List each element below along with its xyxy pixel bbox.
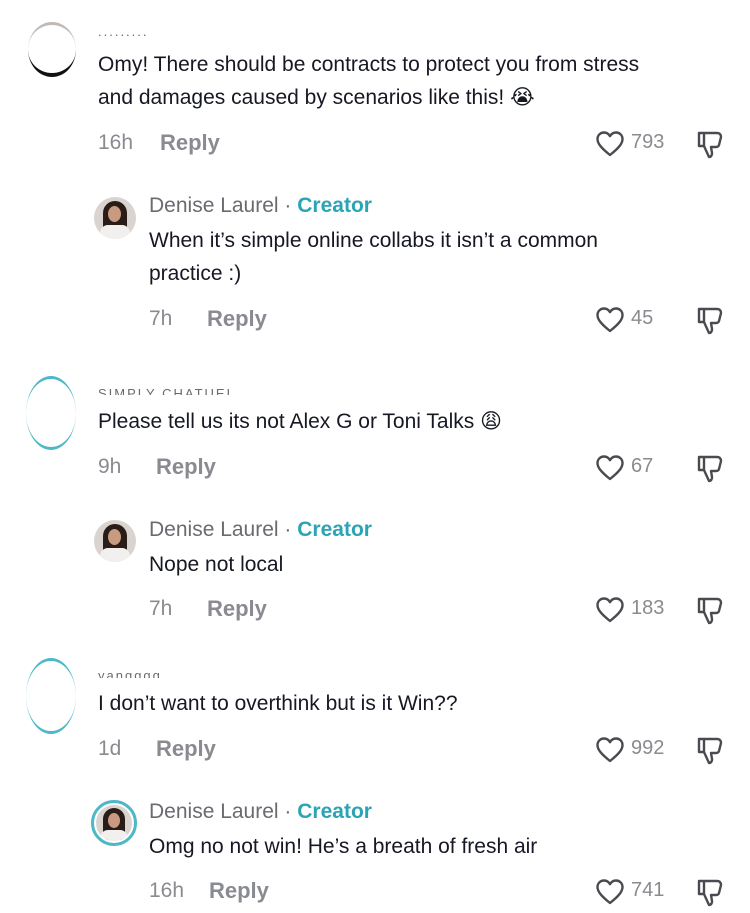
dislike-icon[interactable] <box>696 878 724 908</box>
heart-icon[interactable] <box>596 307 624 333</box>
like-count: 793 <box>631 131 665 153</box>
like-count: 992 <box>631 737 665 759</box>
username[interactable]: SIMPLY CHATUEL <box>98 386 298 395</box>
avatar[interactable] <box>24 372 80 452</box>
reply-author-line: Denise Laurel · Creator <box>149 518 372 542</box>
crying-face-emoji: 😭 <box>510 86 535 109</box>
author-name[interactable]: Denise Laurel <box>149 194 279 217</box>
timestamp: 7h <box>149 307 173 330</box>
reply-button[interactable]: Reply <box>209 878 269 904</box>
separator-dot: · <box>278 518 298 541</box>
reply-text: Omg no not win! He’s a breath of fresh a… <box>149 835 538 858</box>
reply-button[interactable]: Reply <box>207 596 267 622</box>
comment-text-line: and damages caused by scenarios like thi… <box>98 86 505 109</box>
dislike-icon[interactable] <box>696 736 724 766</box>
dislike-icon[interactable] <box>696 454 724 484</box>
author-name[interactable]: Denise Laurel <box>149 518 279 541</box>
author-name[interactable]: Denise Laurel <box>149 800 279 823</box>
dislike-icon[interactable] <box>696 130 724 160</box>
like-count: 741 <box>631 879 665 901</box>
timestamp: 9h <box>98 455 122 478</box>
avatar[interactable] <box>28 0 78 90</box>
reply-button[interactable]: Reply <box>207 306 267 332</box>
username[interactable]: yangggg.. <box>98 668 298 678</box>
reply-text-line: When it’s simple online collabs it isn’t… <box>149 229 598 252</box>
like-count: 67 <box>631 455 654 477</box>
reply-button[interactable]: Reply <box>156 454 216 480</box>
timestamp: 1d <box>98 737 122 760</box>
separator-dot: · <box>278 800 298 823</box>
timestamp: 16h <box>98 131 134 154</box>
creator-avatar[interactable] <box>94 197 136 239</box>
comment-text: I don’t want to overthink but is it Win?… <box>98 692 458 715</box>
heart-icon[interactable] <box>596 737 624 763</box>
reply-author-line: Denise Laurel · Creator <box>149 800 372 824</box>
heart-icon[interactable] <box>596 879 624 905</box>
reply-text-line: practice :) <box>149 262 242 285</box>
comment-text: Please tell us its not Alex G or Toni Ta… <box>98 405 728 438</box>
weary-face-emoji: 😩 <box>480 410 502 433</box>
comment-text-line: Please tell us its not Alex G or Toni Ta… <box>98 410 475 433</box>
reply-author-line: Denise Laurel · Creator <box>149 194 372 218</box>
like-count: 45 <box>631 307 654 329</box>
timestamp: 16h <box>149 879 185 902</box>
timestamp: 7h <box>149 597 173 620</box>
comment-text: Omy! There should be contracts to protec… <box>98 48 728 114</box>
creator-avatar[interactable] <box>94 520 136 562</box>
heart-icon[interactable] <box>596 455 624 481</box>
reply-button[interactable]: Reply <box>160 130 220 156</box>
dislike-icon[interactable] <box>696 306 724 336</box>
comment-text-line: Omy! There should be contracts to protec… <box>98 53 640 76</box>
separator-dot: · <box>278 194 298 217</box>
like-count: 183 <box>631 597 665 619</box>
avatar[interactable] <box>24 654 80 734</box>
creator-badge: Creator <box>297 800 372 823</box>
reply-text: When it’s simple online collabs it isn’t… <box>149 224 709 290</box>
creator-avatar[interactable] <box>91 800 137 846</box>
heart-icon[interactable] <box>596 131 624 157</box>
creator-badge: Creator <box>297 518 372 541</box>
username[interactable]: ......... <box>98 24 298 37</box>
heart-icon[interactable] <box>596 597 624 623</box>
reply-button[interactable]: Reply <box>156 736 216 762</box>
creator-badge: Creator <box>297 194 372 217</box>
dislike-icon[interactable] <box>696 596 724 626</box>
reply-text: Nope not local <box>149 553 284 576</box>
